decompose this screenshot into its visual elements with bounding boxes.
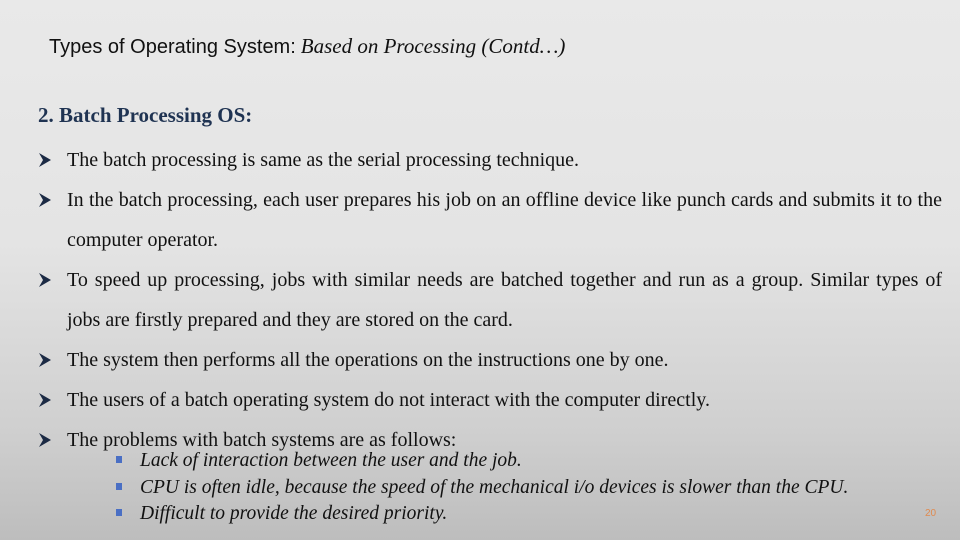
square-bullet-icon: [116, 456, 122, 463]
bullet-list: The batch processing is same as the seri…: [38, 140, 942, 460]
arrow-bullet-icon: [38, 432, 52, 448]
sub-bullet-item: CPU is often idle, because the speed of …: [113, 475, 848, 502]
bullet-item: The system then performs all the operati…: [38, 340, 942, 380]
arrow-bullet-icon: [38, 392, 52, 408]
sub-bullet-list: Lack of interaction between the user and…: [113, 448, 848, 528]
square-bullet-icon: [116, 482, 122, 490]
bullet-item: The batch processing is same as the seri…: [38, 140, 942, 180]
bullet-item: In the batch processing, each user prepa…: [38, 180, 942, 260]
bullet-item: To speed up processing, jobs with simila…: [38, 260, 942, 340]
section-heading: 2. Batch Processing OS:: [38, 103, 253, 127]
bullet-text: The batch processing is same as the seri…: [67, 149, 580, 171]
bullet-text: To speed up processing, jobs with simila…: [67, 269, 942, 331]
sub-bullet-text: Difficult to provide the desired priorit…: [140, 503, 448, 524]
page-number: 20: [925, 508, 937, 519]
arrow-bullet-icon: [38, 272, 52, 288]
arrow-bullet-icon: [38, 192, 52, 208]
sub-bullet-item: Lack of interaction between the user and…: [113, 448, 848, 475]
bullet-text: The system then performs all the operati…: [67, 349, 669, 371]
arrow-bullet-icon: [38, 352, 52, 368]
arrow-bullet-icon: [38, 152, 52, 168]
bullet-text: The users of a batch operating system do…: [67, 389, 710, 411]
sub-bullet-item: Difficult to provide the desired priorit…: [113, 501, 848, 528]
bullet-item: The users of a batch operating system do…: [38, 380, 942, 420]
sub-bullet-text: CPU is often idle, because the speed of …: [140, 476, 849, 498]
slide-title-main: Types of Operating System:: [49, 36, 296, 58]
slide-title: Types of Operating System: Based on Proc…: [49, 34, 565, 59]
sub-bullet-text: Lack of interaction between the user and…: [140, 450, 522, 471]
square-bullet-icon: [116, 509, 122, 516]
bullet-text: In the batch processing, each user prepa…: [67, 189, 942, 251]
slide-title-subtitle: Based on Processing (Contd…): [300, 34, 566, 58]
